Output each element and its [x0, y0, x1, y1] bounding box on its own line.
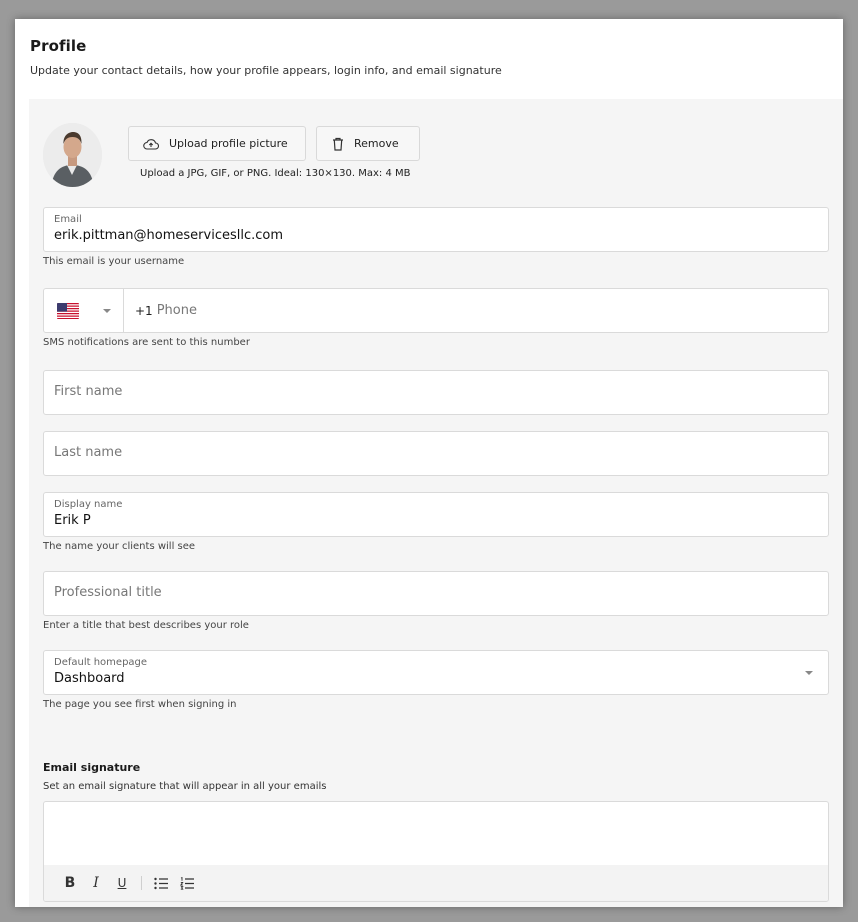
professional-title-helper: Enter a title that best describes your r…	[43, 620, 249, 631]
bold-button[interactable]: B	[57, 871, 83, 895]
display-name-label: Display name	[54, 499, 123, 510]
last-name-field[interactable]	[43, 431, 829, 476]
italic-button[interactable]: I	[83, 871, 109, 895]
first-name-field[interactable]	[43, 370, 829, 415]
bullet-list-button[interactable]	[148, 871, 174, 895]
numbered-list-button[interactable]	[174, 871, 200, 895]
avatar-photo	[43, 123, 102, 187]
phone-field: +1	[43, 288, 829, 333]
cloud-upload-icon	[143, 138, 159, 150]
professional-title-field[interactable]	[43, 571, 829, 616]
phone-prefix: +1	[135, 304, 153, 318]
profile-picture-section: Upload profile picture Remove Upload a J…	[43, 99, 831, 207]
signature-editor: B I U	[43, 801, 829, 902]
default-homepage-helper: The page you see first when signing in	[43, 699, 237, 710]
email-helper: This email is your username	[43, 256, 185, 267]
trash-icon	[332, 137, 344, 151]
page-title: Profile	[30, 37, 87, 55]
numbered-list-icon	[179, 876, 194, 890]
avatar	[43, 123, 102, 187]
underline-button[interactable]: U	[109, 871, 135, 895]
editor-toolbar: B I U	[44, 865, 828, 901]
email-signature-subtitle: Set an email signature that will appear …	[43, 781, 327, 792]
email-label: Email	[54, 214, 82, 225]
display-name-value[interactable]: Erik P	[54, 513, 754, 528]
email-signature-title: Email signature	[43, 761, 141, 774]
page-header: Profile Update your contact details, how…	[15, 19, 843, 99]
default-homepage-select[interactable]: Default homepage Dashboard	[43, 650, 829, 695]
upload-profile-picture-button[interactable]: Upload profile picture	[128, 126, 306, 161]
remove-picture-button[interactable]: Remove	[316, 126, 420, 161]
chevron-down-icon	[805, 671, 813, 675]
display-name-field[interactable]: Display name Erik P	[43, 492, 829, 537]
chevron-down-icon	[103, 308, 111, 313]
bullet-list-icon	[153, 877, 168, 889]
upload-hint: Upload a JPG, GIF, or PNG. Ideal: 130×13…	[140, 168, 411, 179]
default-homepage-label: Default homepage	[54, 657, 148, 668]
phone-helper: SMS notifications are sent to this numbe…	[43, 337, 250, 348]
email-value[interactable]: erik.pittman@homeservicesllc.com	[54, 228, 754, 243]
email-field[interactable]: Email erik.pittman@homeservicesllc.com	[43, 207, 829, 252]
phone-input[interactable]	[156, 302, 757, 319]
last-name-input[interactable]	[54, 445, 814, 460]
profile-form: Upload profile picture Remove Upload a J…	[29, 99, 843, 907]
page-subtitle: Update your contact details, how your pr…	[30, 64, 502, 77]
default-homepage-value: Dashboard	[54, 671, 125, 686]
country-code-select[interactable]	[44, 289, 124, 332]
professional-title-input[interactable]	[54, 585, 814, 600]
upload-button-label: Upload profile picture	[169, 137, 288, 150]
display-name-helper: The name your clients will see	[43, 541, 196, 552]
signature-text-area[interactable]	[44, 802, 828, 866]
remove-button-label: Remove	[354, 137, 399, 150]
first-name-input[interactable]	[54, 384, 814, 399]
profile-window: Profile Update your contact details, how…	[15, 19, 843, 907]
us-flag-icon	[57, 302, 79, 319]
toolbar-divider	[141, 876, 142, 890]
